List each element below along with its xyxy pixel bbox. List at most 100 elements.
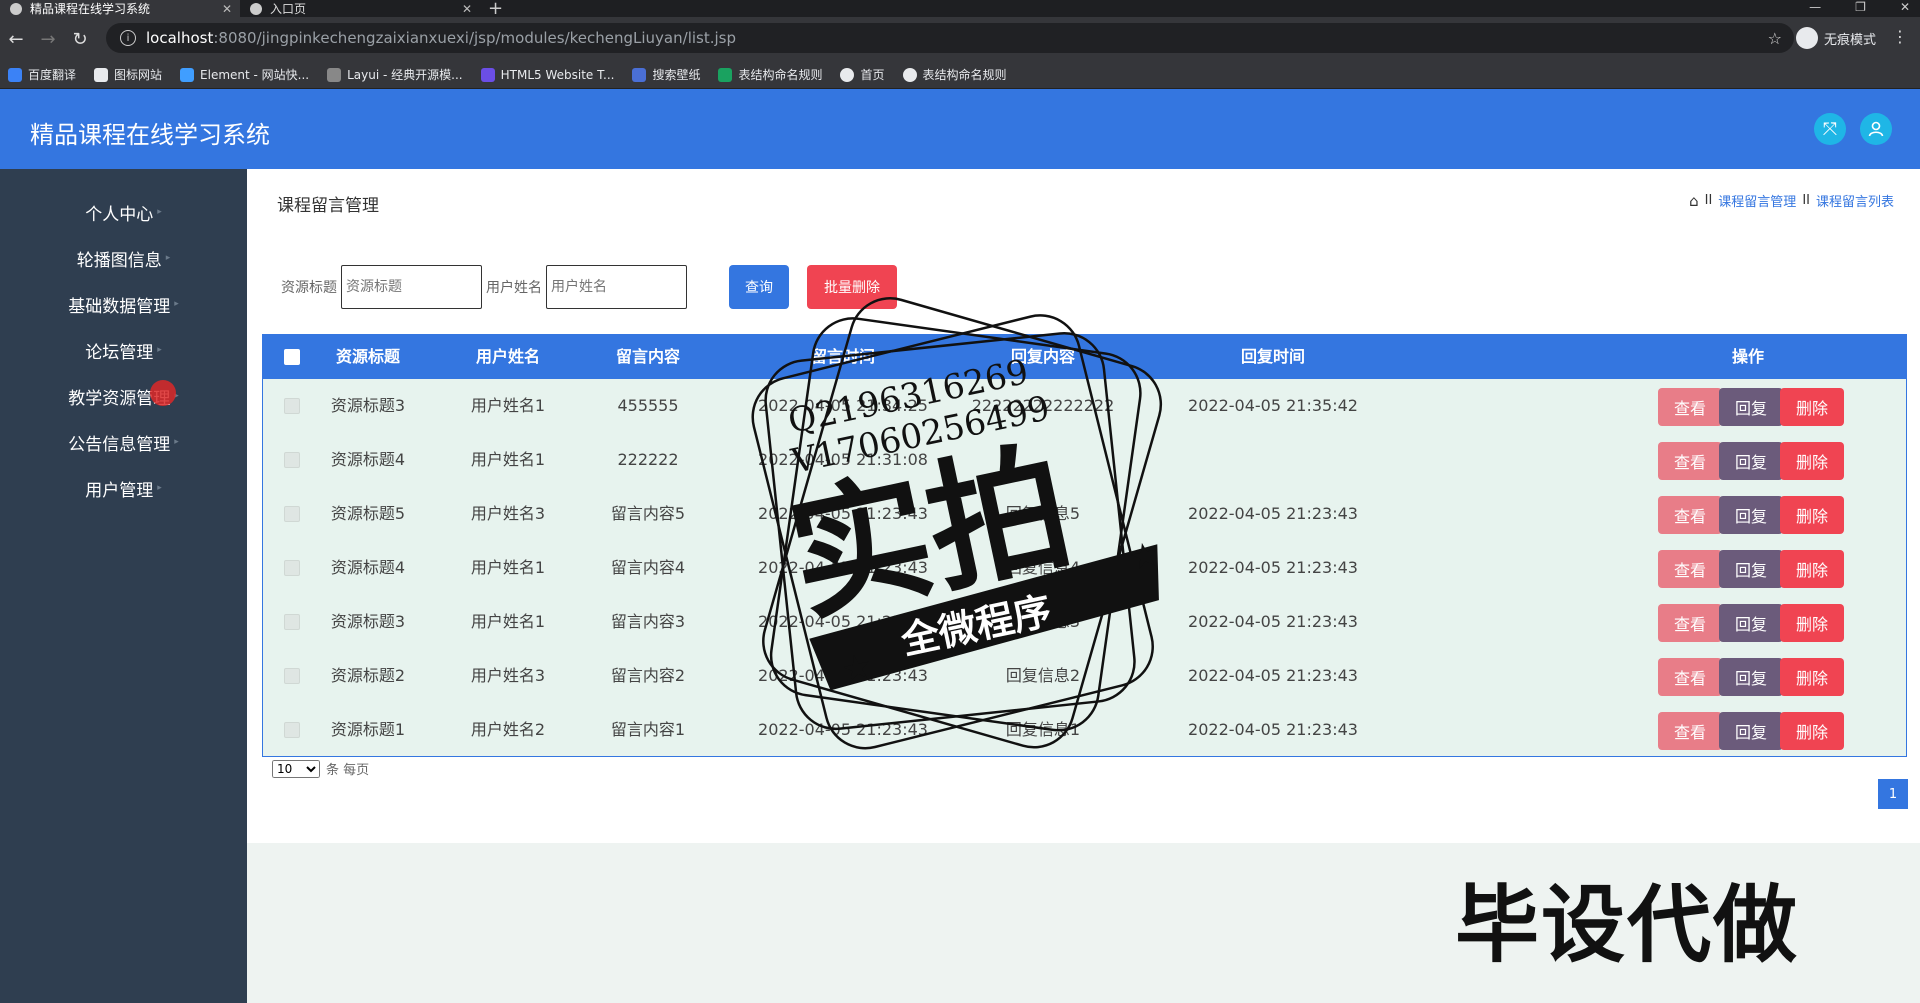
bookmark-item[interactable]: 表结构命名规则 bbox=[718, 66, 822, 83]
sidebar-item-carousel[interactable]: 轮播图信息 ▸ bbox=[0, 235, 247, 281]
table-cell: 回复信息1 bbox=[1005, 720, 1081, 739]
bookmark-item[interactable]: Element - 网站快... bbox=[180, 66, 309, 83]
delete-button[interactable]: 删除 bbox=[1780, 442, 1844, 480]
row-checkbox[interactable] bbox=[284, 668, 300, 684]
bookmarks-bar: 百度翻译 图标网站 Element - 网站快... Layui - 经典开源模… bbox=[0, 61, 1920, 89]
table-cell: 回复信息2 bbox=[1005, 666, 1081, 685]
incognito-indicator[interactable]: 无痕模式 bbox=[1795, 27, 1876, 49]
address-bar[interactable]: i localhost:8080/jingpinkechengzaixianxu… bbox=[106, 23, 1794, 53]
bookmark-item[interactable]: HTML5 Website T... bbox=[480, 67, 614, 82]
select-all-checkbox[interactable] bbox=[284, 349, 300, 365]
breadcrumb-item[interactable]: 课程留言列表 bbox=[1816, 191, 1894, 210]
sidebar-item-forum[interactable]: 论坛管理 ▸ bbox=[0, 327, 247, 373]
table-cell: 用户姓名2 bbox=[470, 720, 546, 739]
row-checkbox[interactable] bbox=[284, 560, 300, 576]
page-size-select[interactable]: 10 bbox=[272, 759, 320, 778]
sidebar: 个人中心 ▸ 轮播图信息 ▸ 基础数据管理 ▸ 论坛管理 ▸ 教学资源管理 ▸ 公告信息管… bbox=[0, 169, 247, 1003]
row-checkbox[interactable] bbox=[284, 398, 300, 414]
view-button[interactable]: 查看 bbox=[1658, 496, 1722, 534]
window-close-icon[interactable]: ✕ bbox=[1900, 0, 1910, 14]
sidebar-item-personal-center[interactable]: 个人中心 ▸ bbox=[0, 189, 247, 235]
reply-button[interactable]: 回复 bbox=[1719, 388, 1783, 426]
delete-button[interactable]: 删除 bbox=[1780, 658, 1844, 696]
tab-favicon-icon bbox=[250, 2, 262, 15]
minimize-icon[interactable]: — bbox=[1809, 0, 1821, 14]
new-tab-icon[interactable]: + bbox=[488, 0, 503, 18]
bookmark-star-icon[interactable]: ☆ bbox=[1768, 29, 1782, 48]
table-cell: 回复信息4 bbox=[1005, 558, 1081, 577]
sidebar-item-basic-data[interactable]: 基础数据管理 ▸ bbox=[0, 281, 247, 327]
reload-icon[interactable]: ↻ bbox=[64, 29, 96, 50]
delete-button[interactable]: 删除 bbox=[1780, 388, 1844, 426]
table-header: 资源标题 用户姓名 留言内容 留言时间 回复内容 回复时间 操作 bbox=[263, 335, 1906, 379]
reply-button[interactable]: 回复 bbox=[1719, 712, 1783, 750]
bookmark-item[interactable]: 搜索壁纸 bbox=[632, 66, 700, 83]
user-name-input[interactable] bbox=[546, 265, 687, 309]
table-cell: 2022-04-05 21:23:43 bbox=[758, 612, 928, 631]
site-info-icon[interactable]: i bbox=[120, 30, 136, 46]
bookmark-item[interactable]: 图标网站 bbox=[94, 66, 162, 83]
tab-close-icon[interactable]: ✕ bbox=[222, 2, 232, 16]
view-button[interactable]: 查看 bbox=[1658, 658, 1722, 696]
bookmark-item[interactable]: Layui - 经典开源模... bbox=[327, 66, 463, 83]
home-icon[interactable]: ⌂ bbox=[1689, 192, 1699, 210]
view-button[interactable]: 查看 bbox=[1658, 442, 1722, 480]
tab-close-icon[interactable]: ✕ bbox=[462, 2, 472, 16]
forward-icon[interactable]: → bbox=[32, 29, 64, 50]
browser-menu-icon[interactable]: ⋮ bbox=[1892, 27, 1908, 46]
sidebar-item-teaching-resources[interactable]: 教学资源管理 ▸ bbox=[0, 373, 247, 419]
table-cell: 2022-04-05 21:34:25 bbox=[758, 396, 928, 415]
table-cell: 资源标题3 bbox=[330, 396, 406, 415]
caret-icon: ▸ bbox=[174, 299, 179, 309]
column-header: 留言时间 bbox=[810, 347, 875, 366]
reply-button[interactable]: 回复 bbox=[1719, 604, 1783, 642]
resource-title-input[interactable] bbox=[341, 265, 482, 309]
delete-button[interactable]: 删除 bbox=[1780, 712, 1844, 750]
user-icon[interactable] bbox=[1860, 113, 1892, 145]
fullscreen-icon[interactable]: ⤧ bbox=[1814, 113, 1846, 145]
view-button[interactable]: 查看 bbox=[1658, 604, 1722, 642]
bookmark-item[interactable]: 首页 bbox=[840, 66, 885, 83]
delete-button[interactable]: 删除 bbox=[1780, 604, 1844, 642]
view-button[interactable]: 查看 bbox=[1658, 550, 1722, 588]
delete-button[interactable]: 删除 bbox=[1780, 550, 1844, 588]
row-checkbox[interactable] bbox=[284, 506, 300, 522]
reply-button[interactable]: 回复 bbox=[1719, 496, 1783, 534]
view-button[interactable]: 查看 bbox=[1658, 712, 1722, 750]
column-header: 操作 bbox=[1731, 347, 1764, 366]
delete-button[interactable]: 删除 bbox=[1780, 496, 1844, 534]
bookmark-item[interactable]: 表结构命名规则 bbox=[902, 66, 1007, 83]
view-button[interactable]: 查看 bbox=[1658, 388, 1722, 426]
page-size-suffix: 条 每页 bbox=[326, 763, 370, 778]
bookmark-item[interactable]: 百度翻译 bbox=[8, 66, 76, 83]
table-row: 资源标题3 用户姓名1 留言内容3 2022-04-05 21:23:43 回复信息3 2… bbox=[263, 595, 1906, 649]
browser-tabbar: 精品课程在线学习系统 ✕ 入口页 ✕ + — ❐ ✕ bbox=[0, 0, 1920, 18]
reply-button[interactable]: 回复 bbox=[1719, 658, 1783, 696]
query-button[interactable]: 查询 bbox=[729, 265, 789, 309]
reply-button[interactable]: 回复 bbox=[1719, 550, 1783, 588]
sidebar-item-users[interactable]: 用户管理 ▸ bbox=[0, 465, 247, 511]
data-table: 资源标题 用户姓名 留言内容 留言时间 回复内容 回复时间 操作 资源标题3 用户… bbox=[262, 334, 1907, 757]
back-icon[interactable]: ← bbox=[0, 29, 32, 50]
row-checkbox[interactable] bbox=[284, 452, 300, 468]
row-checkbox[interactable] bbox=[284, 614, 300, 630]
column-header: 回复时间 bbox=[1240, 347, 1305, 366]
pagination-current-page[interactable]: 1 bbox=[1878, 779, 1908, 809]
table-cell: 2022-04-05 21:35:42 bbox=[1188, 396, 1358, 415]
main-content: 课程留言管理 ⌂ II 课程留言管理 II 课程留言列表 资源标题 用户姓名 查… bbox=[247, 169, 1920, 843]
sidebar-item-notices[interactable]: 公告信息管理 ▸ bbox=[0, 419, 247, 465]
translate-icon bbox=[8, 67, 22, 82]
row-checkbox[interactable] bbox=[284, 722, 300, 738]
browser-tab[interactable]: 入口页 ✕ bbox=[240, 0, 480, 17]
table-cell: 资源标题5 bbox=[330, 504, 406, 523]
reply-button[interactable]: 回复 bbox=[1719, 442, 1783, 480]
table-cell: 资源标题3 bbox=[330, 612, 406, 631]
table-cell: 2022-04-05 21:23:43 bbox=[1188, 612, 1358, 631]
browser-tab-active[interactable]: 精品课程在线学习系统 ✕ bbox=[0, 0, 240, 17]
table-cell: 资源标题4 bbox=[330, 558, 406, 577]
maximize-icon[interactable]: ❐ bbox=[1855, 0, 1866, 14]
breadcrumb-item[interactable]: 课程留言管理 bbox=[1718, 191, 1796, 210]
batch-delete-button[interactable]: 批量删除 bbox=[807, 265, 897, 309]
window-controls: — ❐ ✕ bbox=[1809, 0, 1910, 14]
table-cell: 2022-04-05 21:23:43 bbox=[758, 720, 928, 739]
